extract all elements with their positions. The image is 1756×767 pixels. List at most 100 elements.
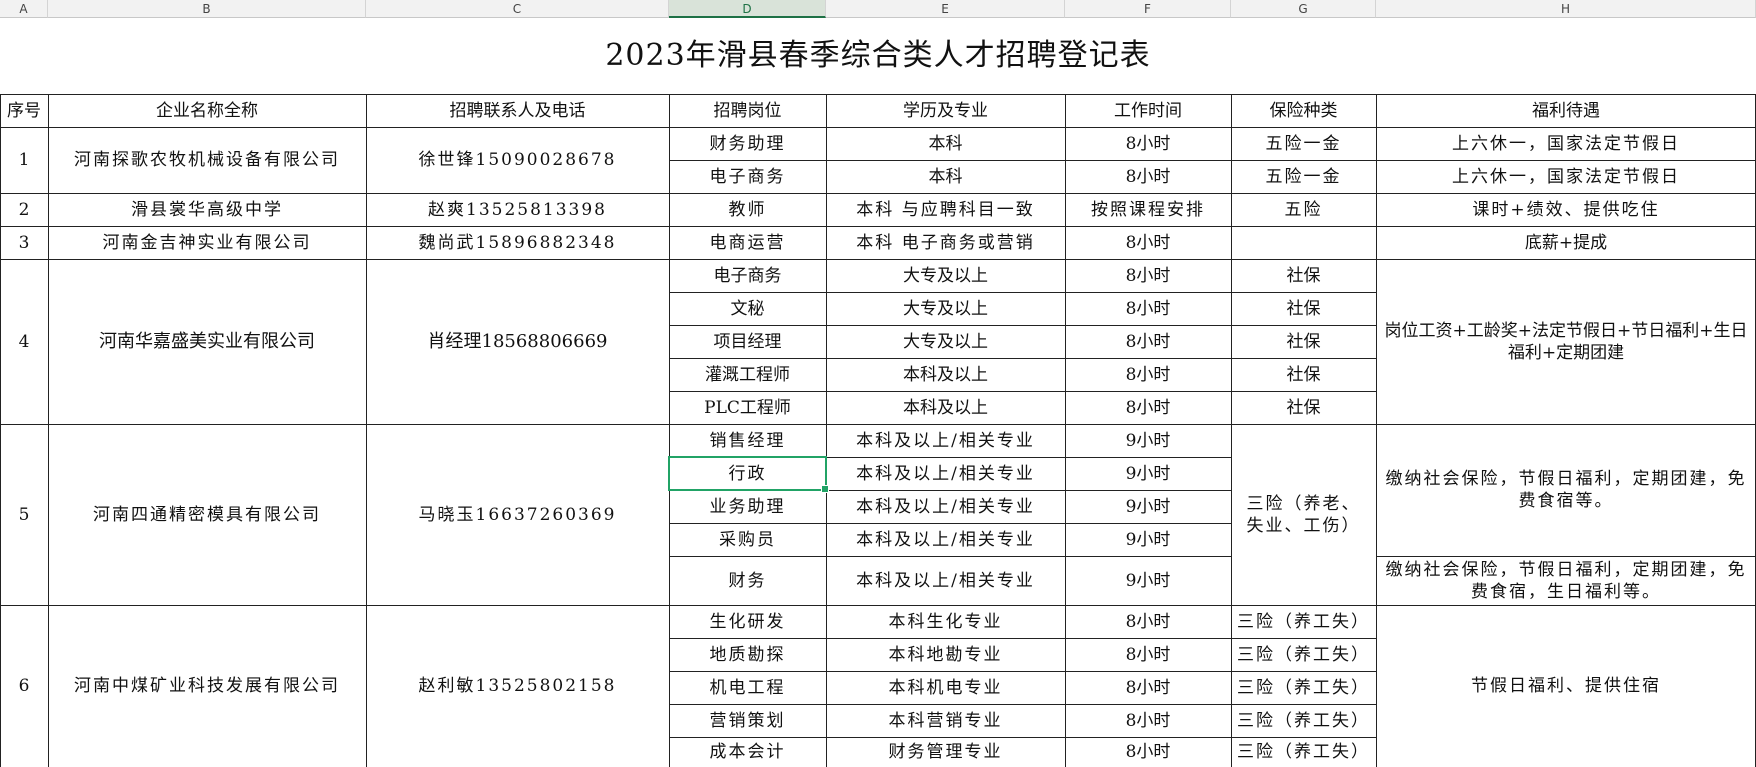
- cell-education[interactable]: 本科 与应聘科目一致: [826, 193, 1065, 226]
- cell-contact[interactable]: 魏尚武15896882348: [366, 226, 669, 259]
- cell-contact[interactable]: 徐世锋15090028678: [366, 127, 669, 193]
- cell-hours[interactable]: 8小时: [1065, 160, 1231, 193]
- cell-education[interactable]: 本科及以上/相关专业: [826, 523, 1065, 556]
- header-education[interactable]: 学历及专业: [826, 94, 1065, 127]
- cell-education[interactable]: 本科及以上: [826, 358, 1065, 391]
- header-seq[interactable]: 序号: [0, 94, 48, 127]
- header-contact[interactable]: 招聘联系人及电话: [366, 94, 669, 127]
- cell-position[interactable]: 成本会计: [669, 737, 826, 767]
- cell-hours[interactable]: 8小时: [1065, 605, 1231, 638]
- cell-hours[interactable]: 按照课程安排: [1065, 193, 1231, 226]
- cell-hours[interactable]: 9小时: [1065, 523, 1231, 556]
- cell-insurance[interactable]: 五险一金: [1231, 127, 1376, 160]
- cell-position[interactable]: 电商运营: [669, 226, 826, 259]
- cell-seq[interactable]: 6: [0, 605, 48, 767]
- cell-hours[interactable]: 8小时: [1065, 704, 1231, 737]
- cell-contact[interactable]: 马晓玉16637260369: [366, 424, 669, 605]
- cell-position[interactable]: 机电工程: [669, 671, 826, 704]
- cell-contact[interactable]: 赵利敏13525802158: [366, 605, 669, 767]
- cell-benefits[interactable]: 课时+绩效、提供吃住: [1376, 193, 1756, 226]
- cell-hours[interactable]: 8小时: [1065, 226, 1231, 259]
- cell-education[interactable]: 本科营销专业: [826, 704, 1065, 737]
- cell-insurance[interactable]: [1231, 226, 1376, 259]
- cell-education[interactable]: 本科及以上: [826, 391, 1065, 424]
- cell-contact[interactable]: 赵爽13525813398: [366, 193, 669, 226]
- header-position[interactable]: 招聘岗位: [669, 94, 826, 127]
- cell-position[interactable]: 采购员: [669, 523, 826, 556]
- cell-position[interactable]: 文秘: [669, 292, 826, 325]
- header-company[interactable]: 企业名称全称: [48, 94, 366, 127]
- cell-seq[interactable]: 4: [0, 259, 48, 424]
- cell-position[interactable]: 电子商务: [669, 259, 826, 292]
- cell-contact[interactable]: 肖经理18568806669: [366, 259, 669, 424]
- cell-education[interactable]: 本科机电专业: [826, 671, 1065, 704]
- cell-company-name[interactable]: 河南华嘉盛美实业有限公司: [48, 259, 366, 424]
- cell-position[interactable]: 电子商务: [669, 160, 826, 193]
- cell-hours[interactable]: 8小时: [1065, 391, 1231, 424]
- cell-hours[interactable]: 9小时: [1065, 556, 1231, 605]
- cell-hours[interactable]: 8小时: [1065, 358, 1231, 391]
- cell-seq[interactable]: 2: [0, 193, 48, 226]
- cell-position[interactable]: 财务助理: [669, 127, 826, 160]
- cell-insurance[interactable]: 社保: [1231, 292, 1376, 325]
- cell-hours[interactable]: 8小时: [1065, 671, 1231, 704]
- cell-benefits[interactable]: 节假日福利、提供住宿: [1376, 605, 1756, 767]
- cell-insurance[interactable]: 社保: [1231, 325, 1376, 358]
- cell-hours[interactable]: 8小时: [1065, 259, 1231, 292]
- cell-education[interactable]: 大专及以上: [826, 292, 1065, 325]
- cell-education[interactable]: 本科及以上/相关专业: [826, 457, 1065, 490]
- cell-position[interactable]: 灌溉工程师: [669, 358, 826, 391]
- cell-company-name[interactable]: 河南中煤矿业科技发展有限公司: [48, 605, 366, 767]
- cell-education[interactable]: 本科生化专业: [826, 605, 1065, 638]
- cell-insurance[interactable]: 三险（养工失）: [1231, 605, 1376, 638]
- header-insurance[interactable]: 保险种类: [1231, 94, 1376, 127]
- cell-insurance[interactable]: 三险（养工失）: [1231, 737, 1376, 767]
- cell-hours[interactable]: 8小时: [1065, 737, 1231, 767]
- cell-seq[interactable]: 1: [0, 127, 48, 193]
- cell-education[interactable]: 大专及以上: [826, 259, 1065, 292]
- cell-position[interactable]: PLC工程师: [669, 391, 826, 424]
- cell-company-name[interactable]: 滑县裳华高级中学: [48, 193, 366, 226]
- cell-hours[interactable]: 8小时: [1065, 638, 1231, 671]
- cell-company-name[interactable]: 河南探歌农牧机械设备有限公司: [48, 127, 366, 193]
- cell-education[interactable]: 本科及以上/相关专业: [826, 490, 1065, 523]
- cell-benefits[interactable]: 上六休一，国家法定节假日: [1376, 160, 1756, 193]
- cell-education[interactable]: 本科及以上/相关专业: [826, 424, 1065, 457]
- cell-insurance[interactable]: 社保: [1231, 358, 1376, 391]
- cell-position[interactable]: 生化研发: [669, 605, 826, 638]
- cell-insurance[interactable]: 三险（养老、失业、工伤）: [1231, 424, 1376, 605]
- cell-insurance[interactable]: 社保: [1231, 259, 1376, 292]
- cell-insurance[interactable]: 社保: [1231, 391, 1376, 424]
- cell-insurance[interactable]: 三险（养工失）: [1231, 671, 1376, 704]
- cell-position[interactable]: 教师: [669, 193, 826, 226]
- cell-benefits[interactable]: 底薪+提成: [1376, 226, 1756, 259]
- cell-education[interactable]: 本科及以上/相关专业: [826, 556, 1065, 605]
- cell-position[interactable]: 地质勘探: [669, 638, 826, 671]
- cell-position[interactable]: 销售经理: [669, 424, 826, 457]
- fill-handle[interactable]: [821, 485, 829, 493]
- cell-insurance[interactable]: 三险（养工失）: [1231, 704, 1376, 737]
- cell-position[interactable]: 财务: [669, 556, 826, 605]
- cell-position[interactable]: 营销策划: [669, 704, 826, 737]
- cell-hours[interactable]: 9小时: [1065, 424, 1231, 457]
- cell-insurance[interactable]: 五险: [1231, 193, 1376, 226]
- active-cell-selection[interactable]: [668, 456, 829, 493]
- cell-seq[interactable]: 3: [0, 226, 48, 259]
- cell-benefits[interactable]: 岗位工资+工龄奖+法定节假日+节日福利+生日福利+定期团建: [1376, 259, 1756, 424]
- cell-education[interactable]: 本科: [826, 160, 1065, 193]
- cell-insurance[interactable]: 五险一金: [1231, 160, 1376, 193]
- cell-seq[interactable]: 5: [0, 424, 48, 605]
- cell-insurance[interactable]: 三险（养工失）: [1231, 638, 1376, 671]
- cell-education[interactable]: 本科 电子商务或营销: [826, 226, 1065, 259]
- cell-education[interactable]: 本科: [826, 127, 1065, 160]
- cell-hours[interactable]: 8小时: [1065, 292, 1231, 325]
- cell-company-name[interactable]: 河南四通精密模具有限公司: [48, 424, 366, 605]
- cell-company-name[interactable]: 河南金吉神实业有限公司: [48, 226, 366, 259]
- cell-hours[interactable]: 8小时: [1065, 325, 1231, 358]
- cell-education[interactable]: 大专及以上: [826, 325, 1065, 358]
- cell-benefits[interactable]: 缴纳社会保险，节假日福利，定期团建，免费食宿，生日福利等。: [1376, 556, 1756, 605]
- cell-position[interactable]: 业务助理: [669, 490, 826, 523]
- cell-education[interactable]: 财务管理专业: [826, 737, 1065, 767]
- header-benefits[interactable]: 福利待遇: [1376, 94, 1756, 127]
- cell-position[interactable]: 项目经理: [669, 325, 826, 358]
